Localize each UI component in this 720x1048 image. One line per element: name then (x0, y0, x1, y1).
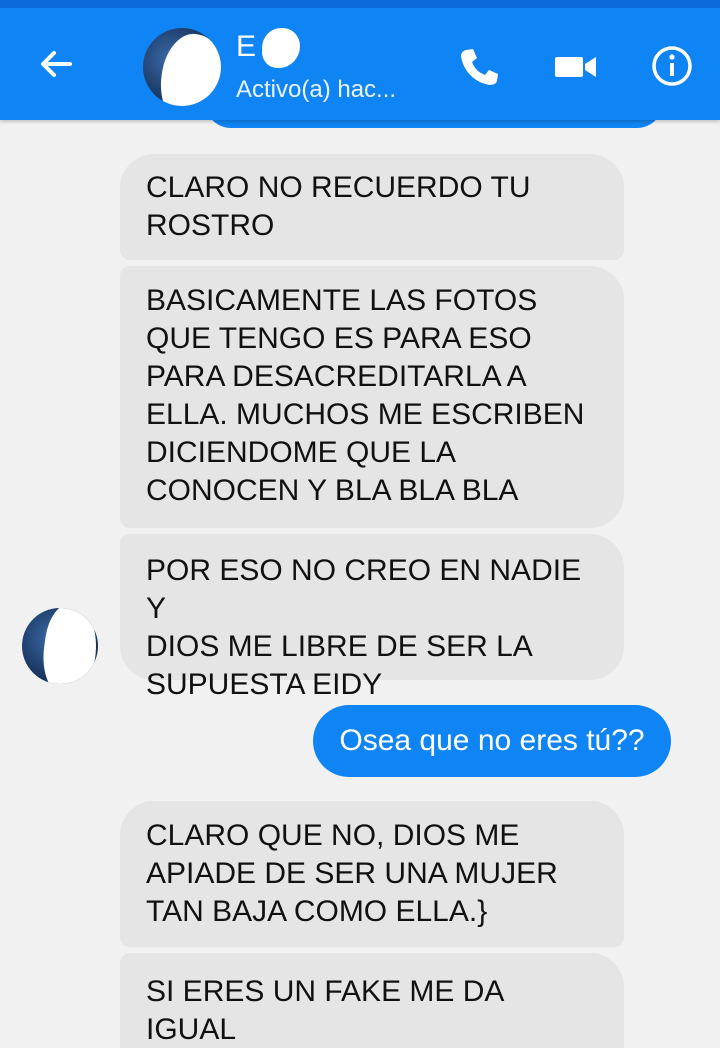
incoming-message[interactable]: POR ESO NO CREO EN NADIE Y DIOS ME LIBRE… (120, 534, 624, 701)
redaction-mark (37, 608, 98, 684)
incoming-message[interactable]: CLARO NO RECUERDO TU ROSTRO (120, 154, 624, 260)
info-icon (652, 46, 692, 86)
video-call-button[interactable] (552, 46, 600, 88)
status-bar (0, 0, 720, 8)
incoming-message[interactable]: BASICAMENTE LAS FOTOS QUE TENGO ES PARA … (120, 266, 624, 528)
incoming-message[interactable]: CLARO QUE NO, DIOS ME APIADE DE SER UNA … (120, 801, 624, 947)
conversation-info-button[interactable] (650, 44, 694, 88)
name-redaction-mark (262, 28, 300, 68)
incoming-message[interactable]: SI ERES UN FAKE ME DA IGUAL TODOS SABEN … (120, 953, 624, 1048)
voice-call-button[interactable] (456, 44, 502, 90)
redaction-mark (152, 28, 221, 106)
message-thread[interactable]: CLARO NO RECUERDO TU ROSTRO BASICAMENTE … (0, 120, 720, 1048)
previous-outgoing-message (205, 120, 663, 128)
outgoing-message[interactable]: Osea que no eres tú?? (313, 705, 671, 777)
video-camera-icon (555, 57, 596, 77)
contact-avatar[interactable] (143, 28, 221, 106)
phone-icon (461, 49, 498, 85)
back-button[interactable] (30, 38, 82, 90)
arrow-left-icon (41, 51, 72, 77)
sender-avatar[interactable] (22, 608, 98, 684)
activity-status: Activo(a) hac... (236, 76, 397, 103)
contact-name[interactable]: E (236, 30, 256, 64)
conversation-header: E Activo(a) hac... (0, 8, 720, 120)
